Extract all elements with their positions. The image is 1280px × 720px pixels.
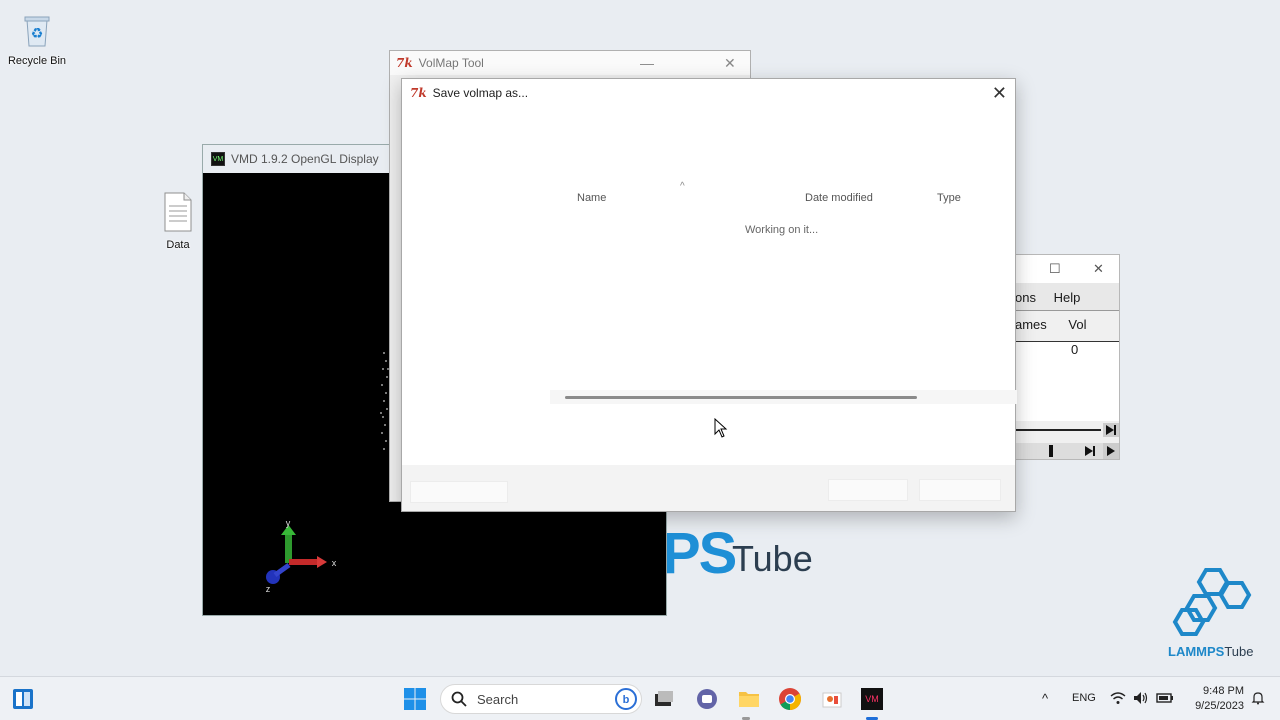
dialog-title: Save volmap as... (432, 86, 529, 100)
taskbar: Search b VM ^ ENG 9:48 PM 9/25/2023 (0, 676, 1280, 720)
notification-bell-icon[interactable] (1251, 691, 1265, 705)
scrollbar-thumb[interactable] (565, 396, 917, 399)
axis-z-label: z (266, 584, 271, 594)
file-explorer-icon[interactable] (737, 687, 761, 711)
column-vol: Vol (1068, 317, 1087, 332)
svg-text:b: b (623, 694, 630, 706)
dialog-title-bar[interactable]: 7k Save volmap as... ✕ (402, 79, 1015, 107)
svg-text:♻: ♻ (31, 26, 44, 42)
wallpaper-brand-tube: Tube (732, 538, 813, 579)
search-icon (451, 691, 467, 707)
dialog-footer (402, 465, 1015, 511)
menu-item-options[interactable]: ons (1015, 290, 1036, 305)
save-button[interactable] (828, 479, 908, 501)
bing-icon[interactable]: b (615, 688, 637, 710)
volume-icon[interactable] (1133, 691, 1149, 705)
search-placeholder: Search (477, 691, 519, 707)
close-icon[interactable]: ✕ (724, 55, 736, 72)
chevron-up-icon[interactable]: ^ (1042, 691, 1048, 706)
text-file-icon (164, 192, 192, 232)
task-view-icon[interactable] (652, 687, 676, 711)
mouse-cursor-icon (714, 418, 728, 438)
windows-start-icon[interactable] (403, 687, 427, 711)
lammps-logo-tube: Tube (1224, 644, 1254, 659)
cancel-button[interactable] (919, 479, 1001, 501)
lammps-logo-main: LAMMPS (1168, 644, 1225, 659)
vmd-main-menubar: ons Help (1001, 283, 1119, 311)
save-volmap-dialog[interactable]: 7k Save volmap as... ✕ ^ Name Date modif… (401, 78, 1017, 512)
loading-status: Working on it... (745, 224, 819, 236)
vmd-main-window[interactable]: ☐ ✕ ons Help ames Vol 0 (1000, 254, 1120, 460)
molecule-list-header: ames Vol (1001, 311, 1119, 332)
sort-ascending-icon: ^ (680, 181, 685, 192)
frame-slider[interactable] (1015, 423, 1119, 437)
maximize-icon[interactable]: ☐ (1049, 261, 1061, 277)
tk-feather-icon: 7k (396, 56, 413, 70)
filetype-field[interactable] (410, 481, 508, 503)
system-clock[interactable]: 9:48 PM 9/25/2023 (1184, 684, 1244, 714)
close-icon[interactable]: ✕ (1093, 261, 1104, 277)
column-header-name[interactable]: Name (577, 192, 606, 204)
vmd-main-title-bar[interactable]: ☐ ✕ (1001, 255, 1119, 283)
minimize-icon[interactable]: — (640, 55, 654, 71)
axis-x-label: x (332, 558, 337, 568)
vmd-taskbar-icon[interactable]: VM (860, 687, 884, 711)
volmap-title-bar[interactable]: 7k VolMap Tool (390, 51, 750, 75)
clock-time: 9:48 PM (1203, 685, 1244, 697)
svg-text:VM: VM (865, 694, 879, 704)
close-icon[interactable]: ✕ (992, 83, 1007, 104)
widgets-icon[interactable] (12, 688, 34, 710)
language-indicator[interactable]: ENG (1072, 692, 1096, 704)
row-vol-value: 0 (1071, 342, 1079, 357)
battery-icon[interactable] (1156, 691, 1174, 705)
tk-feather-icon: 7k (410, 86, 427, 100)
wifi-icon[interactable] (1110, 691, 1126, 705)
vmd-window-title: VMD 1.9.2 OpenGL Display (231, 152, 379, 166)
desktop-icon-recycle-bin[interactable]: ♻ Recycle Bin (2, 12, 72, 67)
axes-gizmo: y x z (266, 518, 337, 594)
vmd-app-icon: VM (211, 152, 225, 166)
recycle-bin-label: Recycle Bin (7, 55, 67, 67)
taskbar-search-box[interactable]: Search b (440, 684, 642, 714)
menu-item-help[interactable]: Help (1054, 290, 1081, 305)
playback-controls[interactable] (1015, 443, 1119, 459)
column-header-date-modified[interactable]: Date modified (805, 192, 873, 204)
molecule-list[interactable]: 0 (1015, 341, 1119, 421)
column-frames: ames (1015, 317, 1047, 332)
wallpaper-brand-ps: PS (662, 521, 737, 586)
chrome-icon[interactable] (778, 687, 802, 711)
teams-chat-icon[interactable] (695, 687, 719, 711)
recycle-bin-icon: ♻ (24, 16, 50, 47)
lammps-logo-text: LAMMPSTube (1168, 644, 1254, 659)
clock-date: 9/25/2023 (1195, 700, 1244, 712)
column-header-type[interactable]: Type (937, 192, 961, 204)
app-icon[interactable] (820, 687, 844, 711)
volmap-window-title: VolMap Tool (418, 56, 484, 70)
axis-y-label: y (286, 518, 291, 528)
